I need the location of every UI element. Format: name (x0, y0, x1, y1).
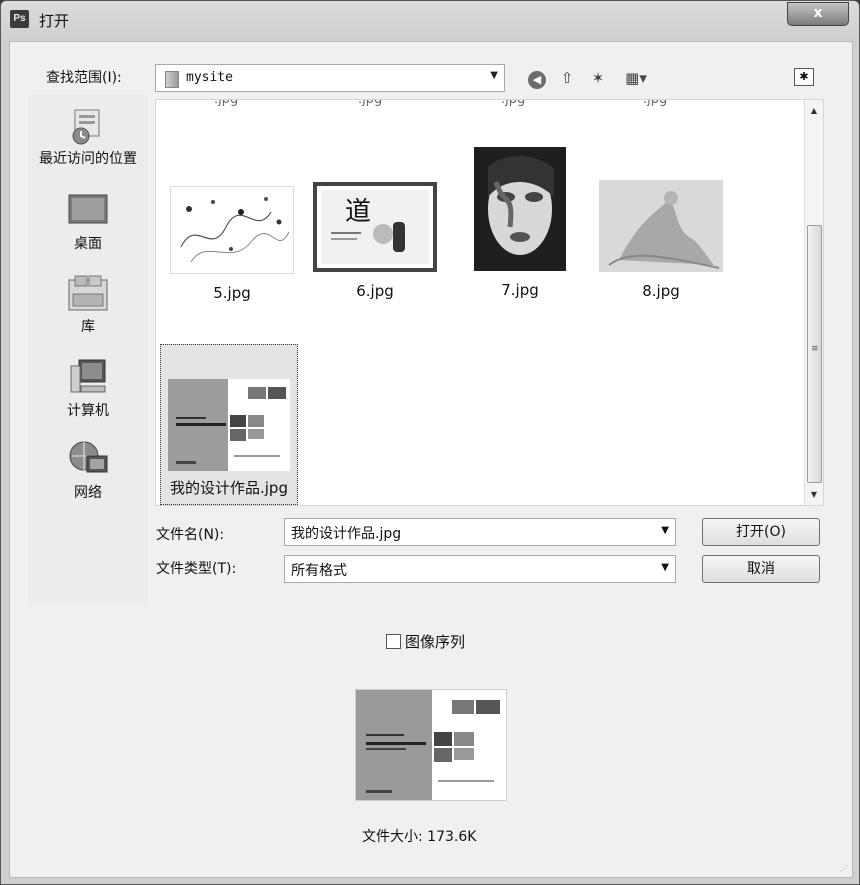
open-dialog: Ps 打开 x 查找范围(I): mysite ▼ ◀ ⇧ ✶ ▦▾ ✱ 最近访… (0, 0, 860, 885)
file-thumbnail (599, 180, 723, 272)
chevron-down-icon: ▼ (490, 70, 498, 81)
vertical-scrollbar[interactable]: ▲ ≡ ▼ (804, 100, 823, 505)
filetype-value: 所有格式 (291, 563, 347, 579)
image-preview (355, 689, 507, 801)
file-name: 7.jpg (501, 281, 539, 299)
star-folder-icon: ✱ (799, 70, 809, 83)
computer-icon (67, 356, 109, 398)
file-thumbnail (170, 186, 294, 274)
places-bar: 最近访问的位置 桌面 库 计算机 网络 (28, 94, 148, 604)
place-recent[interactable]: 最近访问的位置 (28, 104, 148, 168)
filename-input[interactable]: 我的设计作品.jpg ▼ (284, 518, 676, 546)
up-folder-button[interactable]: ⇧ (555, 66, 579, 90)
filetype-label: 文件类型(T): (156, 561, 237, 577)
view-menu-icon: ▦▾ (625, 69, 647, 87)
file-item-5[interactable]: 5.jpg (168, 186, 296, 302)
library-icon (67, 272, 109, 314)
file-item-8[interactable]: 8.jpg (596, 180, 726, 300)
scrollbar-thumb[interactable]: ≡ (807, 225, 822, 483)
back-icon: ◀ (528, 71, 546, 89)
cancel-button[interactable]: 取消 (702, 555, 820, 583)
file-item-selected[interactable]: 我的设计作品.jpg (160, 344, 298, 505)
view-menu-button[interactable]: ▦▾ (618, 66, 654, 90)
look-in-label: 查找范围(I): (46, 70, 122, 86)
place-label: 最近访问的位置 (39, 151, 137, 167)
image-sequence-option[interactable]: 图像序列 (386, 631, 465, 652)
file-size-text: 文件大小: 173.6K (362, 829, 477, 845)
open-button[interactable]: 打开(O) (702, 518, 820, 546)
image-sequence-checkbox[interactable] (386, 634, 401, 649)
filetype-dropdown[interactable]: 所有格式 ▼ (284, 555, 676, 583)
file-thumbnail (168, 379, 290, 471)
place-desktop[interactable]: 桌面 (28, 189, 148, 253)
place-library[interactable]: 库 (28, 272, 148, 336)
place-label: 网络 (74, 485, 102, 501)
photoshop-logo-icon: Ps (10, 10, 29, 28)
scroll-down-arrow-icon[interactable]: ▼ (805, 490, 823, 499)
file-name: 6.jpg (356, 282, 394, 300)
file-thumbnail (474, 147, 566, 271)
new-folder-button[interactable]: ✶ (586, 66, 610, 90)
look-in-dropdown[interactable]: mysite ▼ (155, 64, 505, 92)
grip-icon: ≡ (811, 344, 819, 354)
chevron-down-icon[interactable]: ▼ (661, 525, 669, 536)
up-folder-icon: ⇧ (560, 69, 574, 87)
place-network[interactable]: 网络 (28, 438, 148, 502)
recent-places-icon (67, 104, 109, 146)
back-button[interactable]: ◀ (525, 66, 549, 90)
close-button[interactable]: x (787, 2, 849, 26)
file-label: .jpg (214, 99, 239, 107)
file-label: .jpg (358, 99, 383, 107)
image-sequence-label: 图像序列 (405, 633, 466, 651)
look-in-value: mysite (186, 70, 233, 85)
place-computer[interactable]: 计算机 (28, 356, 148, 420)
file-item-6[interactable]: 道 6.jpg (311, 182, 439, 300)
file-label: .jpg (501, 99, 526, 107)
thumb-dao-text: 道 (345, 197, 371, 227)
dialog-title: 打开 (39, 12, 70, 30)
filename-label: 文件名(N): (156, 527, 225, 543)
place-label: 桌面 (74, 236, 102, 252)
file-name: 我的设计作品.jpg (170, 479, 288, 497)
dialog-body: 查找范围(I): mysite ▼ ◀ ⇧ ✶ ▦▾ ✱ 最近访问的位置 桌面 … (9, 41, 853, 878)
new-folder-icon: ✶ (591, 69, 605, 87)
scroll-up-arrow-icon[interactable]: ▲ (805, 106, 823, 115)
file-label: .jpg (643, 99, 668, 107)
network-icon (67, 438, 109, 480)
place-label: 库 (81, 319, 95, 335)
place-label: 计算机 (67, 403, 109, 419)
resize-grip-icon[interactable]: ⋰ (840, 864, 848, 873)
chevron-down-icon: ▼ (661, 562, 669, 573)
folder-icon (165, 71, 179, 88)
file-list[interactable]: .jpg .jpg .jpg .jpg 5.jpg 道 6.jpg 7.jpg … (155, 99, 824, 506)
file-name: 5.jpg (213, 284, 251, 302)
file-name: 8.jpg (642, 282, 680, 300)
desktop-icon (67, 189, 109, 231)
filename-value: 我的设计作品.jpg (291, 526, 402, 542)
file-thumbnail: 道 (313, 182, 437, 272)
title-bar: Ps 打开 x (1, 1, 859, 39)
favorite-folder-button[interactable]: ✱ (794, 68, 814, 86)
file-item-7[interactable]: 7.jpg (456, 147, 584, 299)
